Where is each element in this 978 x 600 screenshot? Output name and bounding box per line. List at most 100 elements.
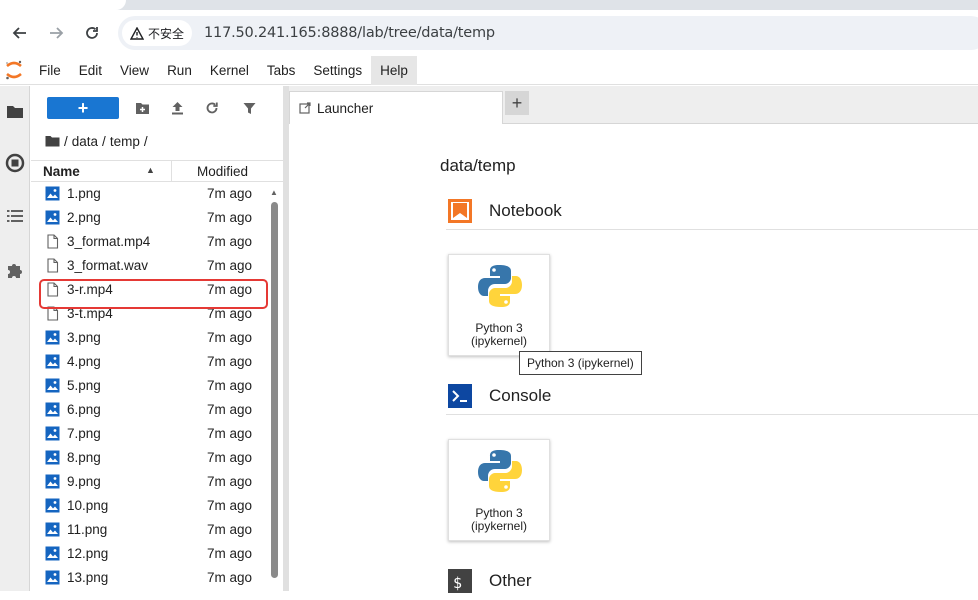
- jupyter-logo-icon[interactable]: [4, 59, 24, 81]
- generic-file-icon: [45, 258, 60, 273]
- file-row[interactable]: 7.png 7m ago: [31, 422, 267, 446]
- image-file-icon: [45, 522, 60, 537]
- menu-run[interactable]: Run: [158, 56, 201, 85]
- file-list-scrollbar[interactable]: ▲: [268, 186, 280, 586]
- highlight-annotation: [39, 279, 268, 309]
- filter-button[interactable]: [239, 98, 259, 118]
- file-row[interactable]: 6.png 7m ago: [31, 398, 267, 422]
- file-modified: 7m ago: [207, 330, 253, 345]
- dock-tab-bar: Launcher +: [289, 86, 978, 124]
- file-modified: 7m ago: [207, 378, 253, 393]
- console-prompt-icon: [448, 384, 472, 408]
- warning-triangle-icon: [130, 26, 144, 40]
- menu-view[interactable]: View: [111, 56, 158, 85]
- reload-button[interactable]: [78, 19, 106, 47]
- browser-active-tab[interactable]: [0, 0, 126, 10]
- menu-kernel[interactable]: Kernel: [201, 56, 258, 85]
- new-launcher-button[interactable]: +: [47, 97, 119, 119]
- file-row[interactable]: 2.png 7m ago: [31, 206, 267, 230]
- address-bar[interactable]: 不安全 117.50.241.165:8888/lab/tree/data/te…: [118, 16, 978, 50]
- back-arrow-icon: [12, 27, 26, 39]
- upload-button[interactable]: [167, 98, 187, 118]
- breadcrumb-sep: /: [64, 133, 68, 149]
- image-file-icon: [45, 210, 60, 225]
- menu-file[interactable]: File: [30, 56, 70, 85]
- security-chip[interactable]: 不安全: [122, 20, 193, 46]
- file-browser-toolbar: +: [31, 95, 283, 123]
- new-folder-button[interactable]: [132, 98, 152, 118]
- reload-icon: [86, 27, 98, 39]
- breadcrumb-temp[interactable]: temp: [110, 134, 140, 149]
- menu-edit[interactable]: Edit: [70, 56, 111, 85]
- file-modified: 7m ago: [207, 402, 253, 417]
- filter-icon: [243, 102, 255, 114]
- file-name: 3.png: [67, 330, 101, 345]
- file-row[interactable]: 8.png 7m ago: [31, 446, 267, 470]
- image-file-icon: [45, 450, 60, 465]
- modified-column-header[interactable]: Modified: [197, 164, 248, 179]
- file-name: 9.png: [67, 474, 101, 489]
- menu-help[interactable]: Help: [371, 56, 417, 85]
- refresh-button[interactable]: [202, 98, 222, 118]
- file-row[interactable]: 3.png 7m ago: [31, 326, 267, 350]
- file-browser-tab[interactable]: [4, 100, 26, 122]
- new-folder-icon: [135, 102, 149, 114]
- file-modified: 7m ago: [207, 234, 253, 249]
- scroll-up-arrow-icon[interactable]: ▲: [270, 188, 278, 197]
- menu-settings[interactable]: Settings: [304, 56, 371, 85]
- file-modified: 7m ago: [207, 570, 253, 585]
- python-logo-icon: [478, 450, 522, 492]
- notebook-card-label: Python 3 (ipykernel): [449, 322, 549, 348]
- column-resize-handle[interactable]: [171, 161, 172, 181]
- terminal-dollar-icon: $: [448, 569, 472, 593]
- add-tab-button[interactable]: +: [505, 91, 529, 115]
- forward-button[interactable]: [42, 19, 70, 47]
- file-row[interactable]: 3_format.wav 7m ago: [31, 254, 267, 278]
- file-row[interactable]: 12.png 7m ago: [31, 542, 267, 566]
- file-row[interactable]: 5.png 7m ago: [31, 374, 267, 398]
- file-row[interactable]: 3_format.mp4 7m ago: [31, 230, 267, 254]
- file-row[interactable]: 11.png 7m ago: [31, 518, 267, 542]
- tab-launcher[interactable]: Launcher: [289, 91, 503, 124]
- refresh-icon: [206, 102, 218, 114]
- notebook-python3-card[interactable]: Python 3 (ipykernel): [448, 254, 550, 356]
- other-section: $ Other: [446, 566, 978, 600]
- name-column-header[interactable]: Name: [43, 164, 80, 179]
- menu-tabs[interactable]: Tabs: [258, 56, 305, 85]
- menu-items: File Edit View Run Kernel Tabs Settings …: [30, 56, 417, 85]
- extensions-tab[interactable]: [4, 259, 26, 281]
- file-list-header: Name ▲ Modified: [31, 160, 283, 182]
- forward-arrow-icon: [50, 27, 64, 39]
- running-sessions-tab[interactable]: [4, 152, 26, 174]
- file-row[interactable]: 4.png 7m ago: [31, 350, 267, 374]
- other-section-title: Other: [489, 571, 532, 590]
- console-python3-card[interactable]: Python 3 (ipykernel): [448, 439, 550, 541]
- file-row[interactable]: 9.png 7m ago: [31, 470, 267, 494]
- file-name: 6.png: [67, 402, 101, 417]
- file-row[interactable]: 13.png 7m ago: [31, 566, 267, 590]
- jupyter-menubar: File Edit View Run Kernel Tabs Settings …: [0, 56, 978, 85]
- generic-file-icon: [45, 234, 60, 249]
- home-folder-icon[interactable]: [45, 135, 60, 147]
- sort-ascending-icon[interactable]: ▲: [146, 165, 155, 175]
- file-modified: 7m ago: [207, 426, 253, 441]
- image-file-icon: [45, 474, 60, 489]
- file-name: 10.png: [67, 498, 109, 513]
- breadcrumb-data[interactable]: data: [72, 134, 98, 149]
- upload-icon: [171, 102, 183, 115]
- file-name: 11.png: [67, 522, 108, 537]
- breadcrumb-sep: /: [143, 133, 148, 149]
- back-button[interactable]: [6, 19, 34, 47]
- notebook-bookmark-icon: [448, 199, 472, 223]
- file-modified: 7m ago: [207, 210, 253, 225]
- python-logo-icon: [478, 265, 522, 307]
- file-row[interactable]: 1.png 7m ago: [31, 182, 267, 206]
- launcher-cwd: data/temp: [440, 156, 516, 175]
- notebook-section-title: Notebook: [489, 201, 562, 220]
- table-of-contents-tab[interactable]: [4, 205, 26, 227]
- file-modified: 7m ago: [207, 450, 253, 465]
- file-row[interactable]: 10.png 7m ago: [31, 494, 267, 518]
- scrollbar-thumb[interactable]: [271, 202, 278, 578]
- image-file-icon: [45, 402, 60, 417]
- url-text[interactable]: 117.50.241.165:8888/lab/tree/data/temp: [204, 25, 495, 41]
